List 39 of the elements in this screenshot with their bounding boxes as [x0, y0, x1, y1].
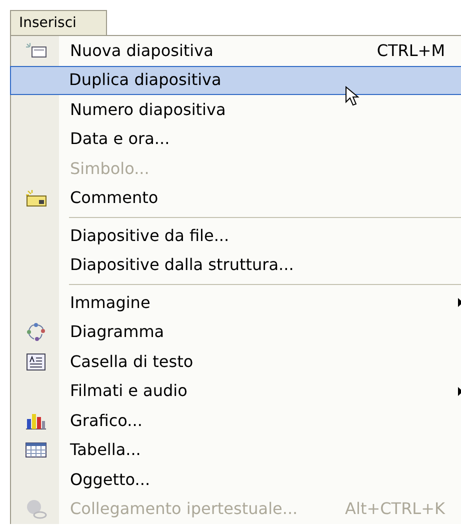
menu-item-label: Nuova diapositiva: [69, 40, 214, 62]
menu-title[interactable]: Inserisci: [10, 10, 107, 35]
menu-item[interactable]: Casella di testo: [11, 347, 461, 376]
table-icon: [25, 442, 47, 458]
menu-item[interactable]: Numero diapositiva: [11, 95, 461, 124]
menu-item-label: Duplica diapositiva: [68, 69, 222, 92]
menu-item[interactable]: Duplica diapositiva: [10, 66, 461, 95]
menu-item[interactable]: Commento: [11, 184, 461, 213]
menu-item-label: Casella di testo: [69, 350, 194, 373]
mouse-pointer-icon: [345, 86, 361, 108]
menu-item-label: Grafico...: [69, 410, 142, 432]
menu-item-label: Oggetto...: [69, 468, 150, 491]
new-slide-icon: [25, 42, 47, 60]
menu-item[interactable]: Filmati e audio: [11, 376, 461, 406]
menu-item-label: Numero diapositiva: [69, 98, 226, 121]
menu-item-label: Immagine: [69, 292, 150, 314]
menu-item[interactable]: Diagramma: [11, 318, 461, 347]
shortcut-label: Alt+CTRL+K: [345, 498, 445, 520]
text-box-icon: [26, 352, 46, 371]
menu-item-label: Simbolo...: [69, 158, 150, 180]
menu-item-label: Commento: [69, 187, 158, 210]
menu-item[interactable]: Diapositive dalla struttura...: [11, 250, 461, 280]
menu-item[interactable]: Nuova diapositiva CTRL+M: [11, 36, 461, 66]
menu-item-label: Data e ora...: [69, 128, 170, 150]
menu-item[interactable]: Tabella...: [11, 436, 461, 465]
menu-item-label: Filmati e audio: [69, 380, 188, 402]
shortcut-label: CTRL+M: [376, 40, 445, 62]
diagram-icon: [25, 322, 47, 342]
menu-item-label: Diapositive dalla struttura...: [69, 254, 294, 276]
menu-item[interactable]: Grafico...: [11, 406, 461, 436]
menu-item[interactable]: Oggetto...: [11, 465, 461, 494]
menu-item[interactable]: Immagine: [11, 288, 461, 318]
menu-item[interactable]: Diapositive da file...: [11, 221, 461, 250]
menu-item[interactable]: Data e ora...: [11, 124, 461, 154]
menu-item-label: Collegamento ipertestuale...: [69, 498, 298, 520]
comment-icon: [25, 189, 47, 208]
menu-item-label: Diagramma: [69, 321, 164, 344]
menu-item-label: Diapositive da file...: [69, 224, 230, 247]
menu-item-label: Tabella...: [69, 439, 141, 462]
